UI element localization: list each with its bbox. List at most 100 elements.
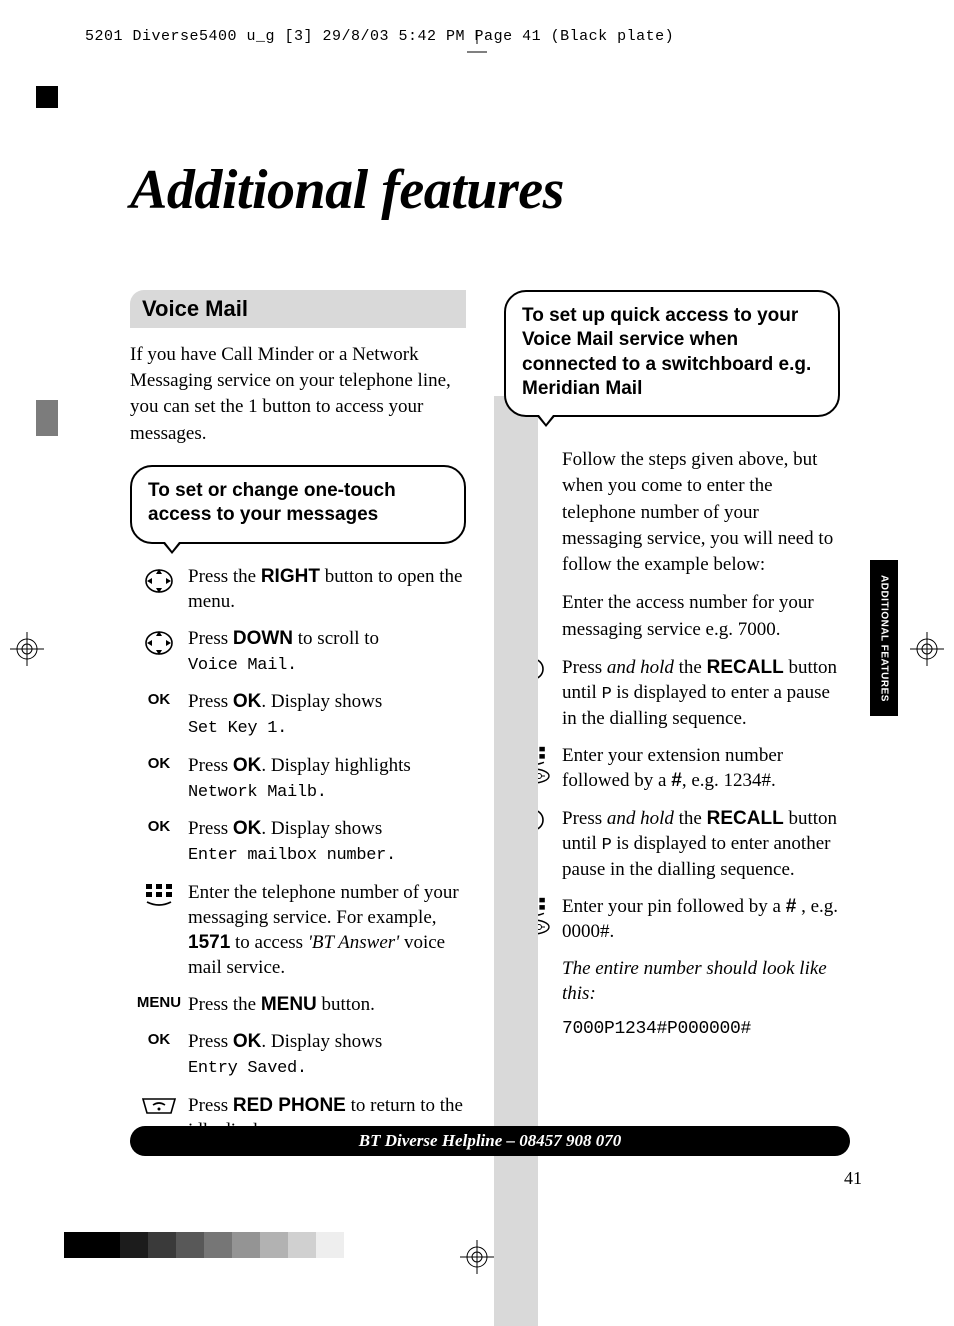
- callout-left: To set or change one-touch access to you…: [130, 465, 466, 544]
- callout-right-text: To set up quick access to your Voice Mai…: [522, 305, 811, 399]
- registration-mark-icon: [910, 632, 944, 666]
- t: P: [602, 685, 612, 704]
- t: Press the: [188, 994, 261, 1015]
- nav-icon: [144, 628, 174, 658]
- t: #: [786, 896, 797, 917]
- t: RED PHONE: [233, 1095, 346, 1116]
- section-heading: Voice Mail: [130, 290, 466, 328]
- step-row: OK Press OK. Display shows Entry Saved.: [130, 1029, 466, 1081]
- callout-left-text: To set or change one-touch access to you…: [148, 480, 396, 525]
- swatch: [204, 1232, 232, 1258]
- t: and hold: [607, 808, 674, 829]
- step-row: OK Press OK. Display highlights Network …: [130, 753, 466, 805]
- t: Press the: [188, 566, 261, 587]
- step-row: OK Press OK. Display shows Set Key 1.: [130, 689, 466, 741]
- t: #: [671, 770, 682, 791]
- lcd-text: Set Key 1.: [188, 719, 287, 738]
- step-row: R Press and hold the RECALL button until…: [504, 655, 840, 732]
- left-column: Voice Mail If you have Call Minder or a …: [130, 290, 466, 1155]
- t: . Display shows: [261, 1031, 382, 1052]
- lcd-text: Voice Mail.: [188, 656, 297, 675]
- ok-icon: OK: [148, 1031, 171, 1048]
- black-square-marker: [36, 86, 58, 108]
- t: . Display shows: [261, 818, 382, 839]
- step-row: MENU Press the MENU button.: [130, 992, 466, 1017]
- t: . Display highlights: [261, 755, 410, 776]
- t: Press: [562, 808, 607, 829]
- page-title: Additional features: [130, 158, 564, 222]
- keypad-icon: [144, 882, 174, 908]
- print-slug: 5201 Diverse5400 u_g [3] 29/8/03 5:42 PM…: [85, 28, 674, 45]
- lcd-text: Network Mailb.: [188, 783, 327, 802]
- ok-icon: OK: [148, 818, 171, 835]
- step-row: Enter your extension number followed by …: [504, 743, 840, 793]
- lcd-text: Entry Saved.: [188, 1059, 307, 1078]
- t: OK: [233, 755, 262, 776]
- steps-list: Press the RIGHT button to open the menu.…: [130, 564, 466, 1143]
- grey-tab-marker: [36, 400, 58, 436]
- t: to scroll to: [293, 628, 379, 649]
- step-row: 7000P1234#P000000#: [504, 1018, 840, 1042]
- swatch: [316, 1232, 344, 1258]
- step-row: Enter the telephone number of your messa…: [130, 880, 466, 980]
- t: Press: [188, 1031, 233, 1052]
- step-row: The entire number should look like this:: [504, 956, 840, 1006]
- t: and hold: [607, 657, 674, 678]
- t: , e.g. 1234#.: [682, 770, 776, 791]
- registration-mark-icon: [10, 632, 44, 666]
- right-intro: Follow the steps given above, but when y…: [562, 447, 840, 578]
- ok-icon: OK: [148, 755, 171, 772]
- t: OK: [233, 691, 262, 712]
- t: P: [602, 836, 612, 855]
- t: RIGHT: [261, 566, 320, 587]
- t: OK: [233, 1031, 262, 1052]
- t: Press: [188, 628, 233, 649]
- registration-mark-icon: [460, 1240, 494, 1274]
- t: the: [674, 657, 707, 678]
- t: RECALL: [707, 657, 784, 678]
- swatch: [120, 1232, 148, 1258]
- grey-side-strip: [494, 396, 538, 1326]
- lcd-text: Enter mailbox number.: [188, 846, 396, 865]
- t: Press: [188, 1095, 233, 1116]
- side-tab: ADDITIONAL FEATURES: [870, 560, 898, 716]
- swatch: [92, 1232, 120, 1258]
- t: Press: [562, 657, 607, 678]
- t: 1571: [188, 932, 230, 953]
- red-phone-icon: [139, 1095, 179, 1117]
- t: OK: [233, 818, 262, 839]
- swatch: [64, 1232, 92, 1258]
- step-row: Press the RIGHT button to open the menu.: [130, 564, 466, 614]
- t: to access: [230, 932, 308, 953]
- swatch: [148, 1232, 176, 1258]
- step-row: Press DOWN to scroll to Voice Mail.: [130, 626, 466, 678]
- page-number: 41: [844, 1168, 862, 1189]
- callout-right: To set up quick access to your Voice Mai…: [504, 290, 840, 417]
- right-intro2: Enter the access number for your messagi…: [562, 590, 840, 642]
- step-row: R Press and hold the RECALL button until…: [504, 806, 840, 883]
- t: Enter the telephone number of your messa…: [188, 882, 459, 928]
- swatch: [260, 1232, 288, 1258]
- step-row: OK Press OK. Display shows Enter mailbox…: [130, 816, 466, 868]
- t: Press: [188, 818, 233, 839]
- ok-icon: OK: [148, 691, 171, 708]
- t: button.: [317, 994, 375, 1015]
- swatch: [288, 1232, 316, 1258]
- t: Press: [188, 755, 233, 776]
- t: RECALL: [707, 808, 784, 829]
- t: MENU: [261, 994, 317, 1015]
- outro-italic: The entire number should look like this:: [562, 956, 840, 1006]
- t: Enter your pin followed by a: [562, 896, 786, 917]
- t: the: [674, 808, 707, 829]
- right-column: To set up quick access to your Voice Mai…: [494, 290, 840, 1155]
- t: . Display shows: [261, 691, 382, 712]
- outro-lcd: 7000P1234#P000000#: [562, 1018, 751, 1042]
- step-row: Follow the steps given above, but when y…: [504, 447, 840, 578]
- color-swatches: [64, 1232, 344, 1258]
- t: 'BT Answer': [308, 932, 399, 953]
- menu-icon: MENU: [137, 994, 181, 1011]
- swatch: [176, 1232, 204, 1258]
- t: DOWN: [233, 628, 293, 649]
- footer-helpline: BT Diverse Helpline – 08457 908 070: [130, 1126, 850, 1156]
- swatch: [232, 1232, 260, 1258]
